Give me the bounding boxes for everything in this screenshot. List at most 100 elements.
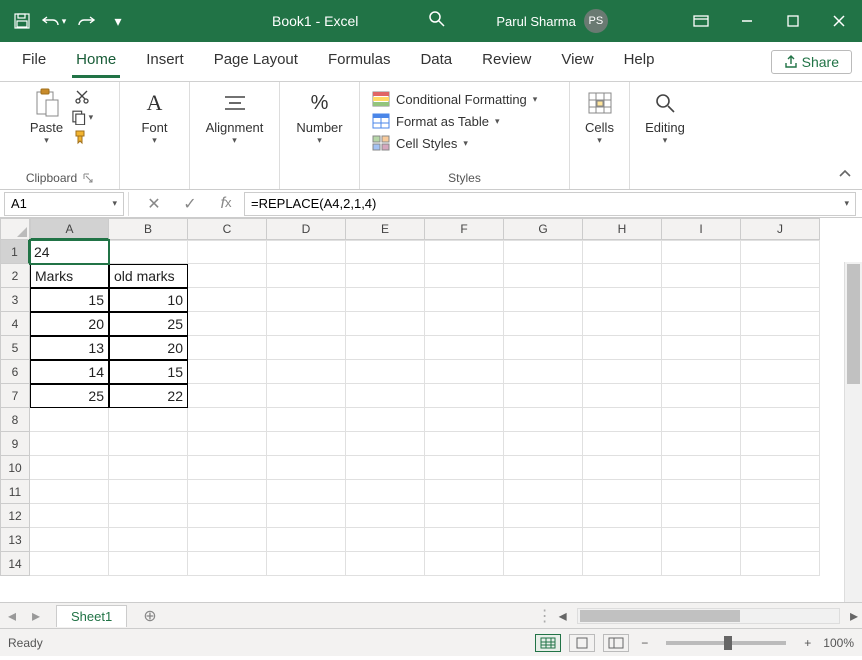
tab-pagelayout[interactable]: Page Layout	[202, 45, 310, 78]
cell[interactable]	[346, 552, 425, 576]
cell[interactable]: 20	[109, 336, 188, 360]
cell[interactable]	[741, 432, 820, 456]
cell[interactable]	[504, 264, 583, 288]
cell[interactable]	[741, 384, 820, 408]
row-header[interactable]: 8	[0, 408, 30, 432]
cell[interactable]	[425, 528, 504, 552]
tab-prev-icon[interactable]: ◂	[0, 606, 24, 626]
format-as-table-button[interactable]: Format as Table▾	[372, 110, 561, 132]
cell[interactable]	[583, 456, 662, 480]
cell[interactable]	[188, 408, 267, 432]
font-button[interactable]: A Font▾	[136, 88, 174, 146]
chevron-down-icon[interactable]: ▾	[112, 198, 117, 209]
format-painter-icon[interactable]	[71, 128, 93, 146]
cell[interactable]	[346, 360, 425, 384]
cell[interactable]: Marks	[30, 264, 109, 288]
cell[interactable]	[583, 384, 662, 408]
enter-formula-icon[interactable]: ✓	[172, 194, 208, 214]
cell[interactable]	[425, 360, 504, 384]
cell[interactable]	[583, 552, 662, 576]
cell[interactable]	[30, 552, 109, 576]
cell[interactable]	[583, 528, 662, 552]
vertical-scrollbar[interactable]	[844, 262, 862, 602]
cell[interactable]: 25	[30, 384, 109, 408]
close-icon[interactable]	[816, 0, 862, 42]
cell[interactable]	[425, 288, 504, 312]
cell[interactable]: 20	[30, 312, 109, 336]
cell[interactable]	[662, 384, 741, 408]
zoom-slider[interactable]	[666, 641, 786, 645]
cell[interactable]	[662, 552, 741, 576]
cell[interactable]	[267, 552, 346, 576]
cell[interactable]	[188, 480, 267, 504]
cell-styles-button[interactable]: Cell Styles▾	[372, 132, 561, 154]
hscroll-right-icon[interactable]: ▸	[846, 606, 862, 626]
cell[interactable]	[109, 504, 188, 528]
cell[interactable]: 10	[109, 288, 188, 312]
zoom-out-icon[interactable]: −	[637, 636, 652, 650]
cell[interactable]	[188, 240, 267, 264]
row-header[interactable]: 4	[0, 312, 30, 336]
dialog-launcher-icon[interactable]	[83, 173, 93, 183]
cell[interactable]	[188, 552, 267, 576]
cell[interactable]	[425, 264, 504, 288]
cell[interactable]	[741, 480, 820, 504]
row-header[interactable]: 14	[0, 552, 30, 576]
cell[interactable]	[30, 456, 109, 480]
page-layout-view-icon[interactable]	[569, 634, 595, 652]
sheet-tab[interactable]: Sheet1	[56, 605, 127, 627]
cell[interactable]: 13	[30, 336, 109, 360]
cell[interactable]	[425, 312, 504, 336]
cell[interactable]	[425, 432, 504, 456]
cell[interactable]	[425, 552, 504, 576]
cell[interactable]	[267, 288, 346, 312]
cell[interactable]	[188, 384, 267, 408]
collapse-ribbon-icon[interactable]	[838, 165, 852, 183]
row-header[interactable]: 10	[0, 456, 30, 480]
minimize-icon[interactable]	[724, 0, 770, 42]
cell[interactable]	[741, 288, 820, 312]
cell[interactable]	[504, 360, 583, 384]
cell[interactable]	[425, 456, 504, 480]
cell[interactable]	[741, 528, 820, 552]
cell[interactable]	[267, 312, 346, 336]
cell[interactable]	[425, 240, 504, 264]
cell[interactable]	[346, 288, 425, 312]
zoom-in-icon[interactable]: +	[800, 636, 815, 650]
cell[interactable]	[188, 312, 267, 336]
cell[interactable]	[504, 432, 583, 456]
conditional-formatting-button[interactable]: Conditional Formatting▾	[372, 88, 561, 110]
copy-icon[interactable]: ▾	[71, 108, 93, 126]
expand-formula-icon[interactable]: ▾	[844, 198, 849, 209]
tab-insert[interactable]: Insert	[134, 45, 196, 78]
cell[interactable]	[109, 528, 188, 552]
cell[interactable]	[267, 408, 346, 432]
cell[interactable]	[267, 384, 346, 408]
tab-next-icon[interactable]: ▸	[24, 606, 48, 626]
cell[interactable]	[30, 480, 109, 504]
tab-data[interactable]: Data	[408, 45, 464, 78]
col-header-C[interactable]: C	[188, 218, 267, 240]
tab-formulas[interactable]: Formulas	[316, 45, 403, 78]
cell[interactable]	[662, 240, 741, 264]
cell[interactable]	[504, 288, 583, 312]
col-header-A[interactable]: A	[30, 218, 109, 240]
hscroll-left-icon[interactable]: ◂	[555, 606, 571, 626]
cell[interactable]	[346, 480, 425, 504]
cell[interactable]	[109, 480, 188, 504]
page-break-view-icon[interactable]	[603, 634, 629, 652]
cells-button[interactable]: Cells▾	[581, 88, 619, 146]
cell[interactable]	[583, 360, 662, 384]
col-header-H[interactable]: H	[583, 218, 662, 240]
row-header[interactable]: 1	[0, 240, 30, 264]
save-icon[interactable]	[8, 7, 36, 35]
cell[interactable]: old marks	[109, 264, 188, 288]
cell[interactable]	[346, 408, 425, 432]
tab-file[interactable]: File	[10, 45, 58, 78]
row-header[interactable]: 2	[0, 264, 30, 288]
cell[interactable]	[188, 336, 267, 360]
cell[interactable]	[267, 360, 346, 384]
cell[interactable]	[504, 240, 583, 264]
cell[interactable]	[662, 360, 741, 384]
cell[interactable]	[741, 504, 820, 528]
